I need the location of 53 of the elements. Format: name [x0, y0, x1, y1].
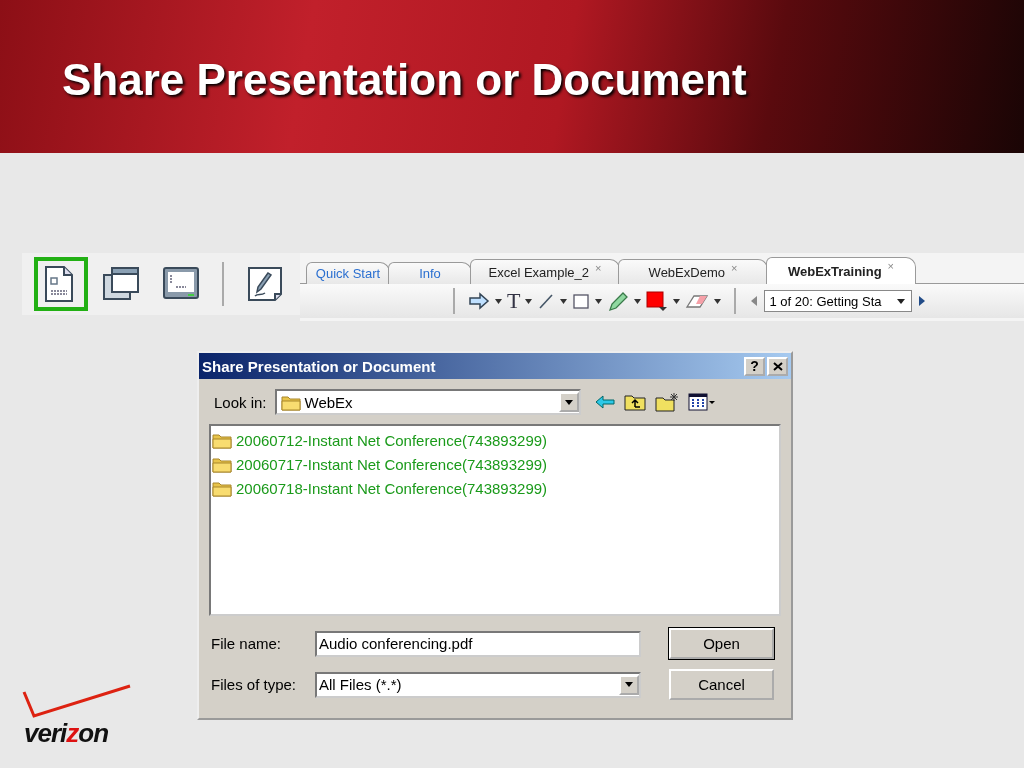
color-swatch-icon[interactable] — [646, 291, 669, 311]
caret-icon[interactable] — [495, 298, 502, 304]
folder-name[interactable]: 20060717-Instant Net Conference(743893299) — [236, 455, 548, 473]
caret-icon[interactable] — [595, 298, 603, 304]
look-in-dropdown[interactable]: WebEx — [274, 389, 581, 415]
caret-icon[interactable] — [897, 298, 906, 304]
dialog-button[interactable]: Cancel — [669, 669, 774, 700]
tab[interactable]: Quick Start — [306, 262, 390, 284]
arrow-icon[interactable] — [468, 292, 490, 310]
caret-icon — [625, 682, 633, 687]
close-tab-button[interactable]: × — [887, 258, 895, 272]
field-label: File name: — [211, 635, 283, 652]
eraser-icon[interactable] — [685, 292, 710, 310]
tab[interactable]: Info — [388, 262, 472, 284]
caret-icon[interactable] — [714, 298, 722, 304]
whiteboard-pen-icon — [246, 265, 284, 303]
tab[interactable]: Excel Example_2 × — [470, 259, 620, 284]
file-name-field[interactable]: Audio conferencing.pdf — [315, 630, 641, 657]
back-arrow-icon[interactable] — [594, 395, 615, 409]
caret-icon — [564, 399, 573, 405]
folder-name[interactable]: 20060718-Instant Net Conference(743893299) — [236, 479, 548, 497]
dropdown-button[interactable] — [619, 674, 639, 695]
tab[interactable]: WebExDemo × — [618, 259, 768, 284]
up-folder-icon[interactable] — [623, 393, 646, 411]
view-menu-icon[interactable] — [687, 393, 716, 411]
document-button[interactable] — [34, 257, 88, 311]
text-tool[interactable]: T — [507, 290, 521, 312]
folder-name[interactable]: 20060712-Instant Net Conference(743893299) — [236, 431, 548, 449]
tab[interactable]: WebExTraining × — [766, 257, 916, 284]
file-type-dropdown[interactable]: All Files (*.*) — [315, 671, 641, 698]
caret-icon[interactable] — [560, 298, 568, 304]
dialog-button[interactable]: Open — [669, 628, 774, 659]
previous-arrow-icon[interactable] — [749, 295, 760, 307]
dropdown-button[interactable] — [558, 392, 579, 412]
line-icon[interactable] — [537, 292, 556, 310]
field-label: Look in: — [214, 393, 267, 411]
window-title: Share Presentation or Document — [202, 357, 436, 375]
close-button[interactable] — [767, 356, 788, 376]
new-folder-icon[interactable] — [654, 392, 679, 412]
folder-icon — [212, 455, 234, 473]
caret-icon[interactable] — [634, 298, 642, 304]
caret-icon[interactable] — [673, 298, 681, 304]
highlighter-icon[interactable] — [607, 290, 630, 312]
folder-icon — [212, 479, 234, 497]
folder-icon — [212, 431, 234, 449]
slide-title: Share Presentation or Document — [62, 53, 747, 105]
close-icon — [772, 361, 783, 371]
help-button[interactable]: ? — [744, 356, 765, 376]
folder-icon — [280, 393, 301, 411]
caret-icon[interactable] — [525, 298, 533, 304]
slide-dropdown[interactable]: 1 of 20: Getting Sta — [764, 290, 913, 312]
logo: verizon — [22, 684, 132, 748]
field-label: Files of type: — [211, 676, 298, 693]
